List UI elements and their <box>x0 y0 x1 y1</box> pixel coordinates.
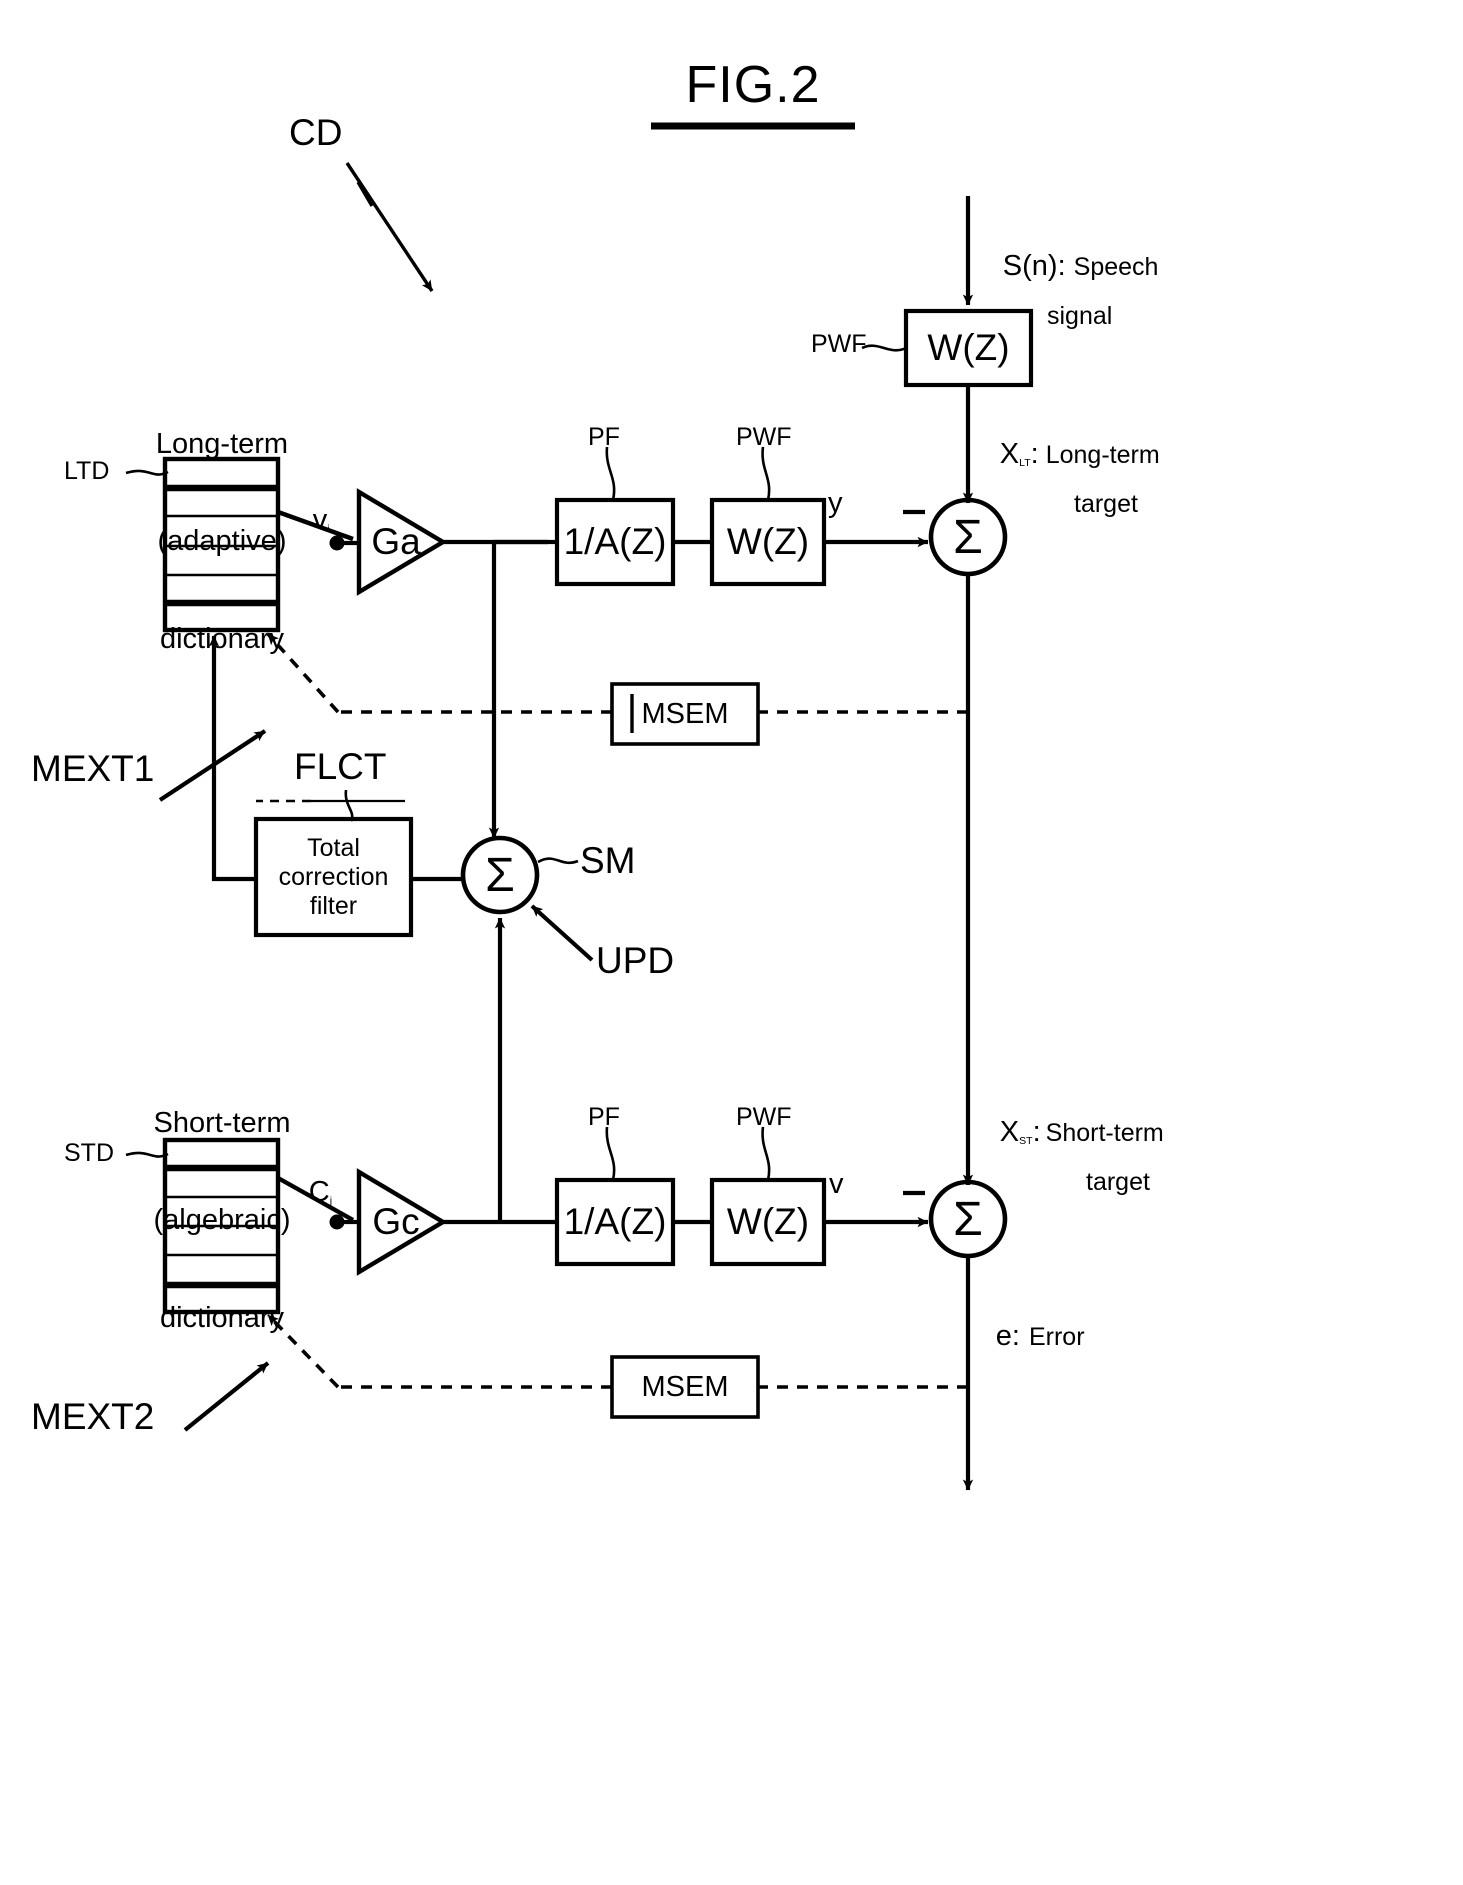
tag-std: STD <box>64 1139 114 1167</box>
sm-leader <box>537 857 579 865</box>
long-term-sum-sigma: Σ <box>953 510 983 564</box>
signal-long-term-target: XLT: Long-term target <box>982 420 1160 554</box>
callout-upd: UPD <box>596 940 675 981</box>
pf-leader-bottom <box>605 1126 616 1181</box>
xst-sub: ST <box>1019 1134 1033 1147</box>
error-text: Error <box>1028 1322 1085 1351</box>
flct-line1: Total <box>307 833 360 862</box>
input-weighting-filter-label: W(Z) <box>927 327 1010 368</box>
figure-title: FIG.2 <box>685 56 821 114</box>
flct-line3: filter <box>309 891 358 920</box>
flct-leader <box>344 789 354 822</box>
signal-v: v <box>829 1168 844 1200</box>
callout-flct: FLCT <box>294 746 387 787</box>
std-caption-line3: dictionary <box>159 1301 285 1334</box>
speech-colon: : <box>1057 249 1066 282</box>
signal-y: y <box>828 487 843 519</box>
synthesis-filter-label-top: 1/A(Z) <box>563 521 667 562</box>
xlt-symbol: X <box>999 437 1020 470</box>
cj-symbol: C <box>308 1175 330 1208</box>
speech-symbol: S(n) <box>1002 249 1058 282</box>
short-term-sum-sigma: Σ <box>953 1192 983 1246</box>
tag-pwf-input: PWF <box>811 330 867 358</box>
pwf-leader-bottom <box>761 1126 771 1181</box>
gain-ga-label: Ga <box>371 521 421 562</box>
total-correction-filter-label: Total correction filter <box>256 819 411 935</box>
pwf-leader-input <box>861 344 907 352</box>
upd-arrow <box>530 904 594 962</box>
vi-symbol: v <box>312 503 328 536</box>
xlt-text-1: Long-term <box>1045 440 1160 469</box>
error-colon: : <box>1011 1319 1020 1352</box>
callout-cd: CD <box>289 112 343 153</box>
ltd-caption-line1: Long-term <box>155 427 289 460</box>
xst-symbol: X <box>999 1115 1020 1148</box>
callout-mext1: MEXT1 <box>31 748 155 789</box>
xlt-sub: LT <box>1019 456 1031 469</box>
weighting-filter-label-top: W(Z) <box>726 521 810 562</box>
pwf-leader-top <box>761 446 771 501</box>
signal-vi: vi <box>295 486 330 554</box>
cj-sub: j <box>329 1194 333 1207</box>
figure-canvas: FIG.2 CD S(n): Speech signal PWF W(Z) XLT… <box>0 0 1463 1885</box>
xlt-colon: : <box>1030 437 1039 470</box>
gain-gc-label: Gc <box>372 1201 420 1242</box>
ltd-caption-line3: dictionary <box>159 622 285 655</box>
xst-text-1: Short-term <box>1045 1118 1164 1147</box>
tag-pwf-bottom: PWF <box>736 1103 792 1131</box>
flct-line2: correction <box>278 862 389 891</box>
pf-leader-top <box>605 446 616 501</box>
xlt-text-2: target <box>1074 490 1138 519</box>
tag-pwf-top: PWF <box>736 423 792 451</box>
msem-label-top: MSEM <box>641 697 729 730</box>
tag-pf-bottom: PF <box>588 1103 620 1131</box>
callout-mext2: MEXT2 <box>31 1396 155 1437</box>
xst-text-2: target <box>1086 1168 1150 1197</box>
synthesis-filter-label-bottom: 1/A(Z) <box>563 1201 667 1242</box>
excitation-sum-sigma: Σ <box>485 848 515 902</box>
speech-text-2: signal <box>1047 302 1113 331</box>
xst-colon: : <box>1032 1115 1041 1148</box>
tag-ltd: LTD <box>64 457 110 485</box>
signal-short-term-target: XST: Short-term target <box>982 1098 1164 1232</box>
msem-label-bottom: MSEM <box>641 1370 729 1403</box>
cd-callout-tick <box>356 181 374 207</box>
std-caption-line1: Short-term <box>153 1106 291 1139</box>
diagram-vector-layer <box>125 122 1034 1491</box>
error-symbol: e <box>995 1319 1012 1352</box>
callout-sm: SM <box>580 840 636 881</box>
weighting-filter-label-bottom: W(Z) <box>726 1201 810 1242</box>
signal-error: e: Error <box>978 1302 1085 1370</box>
speech-text-1: Speech <box>1073 252 1159 281</box>
vi-sub: i <box>327 522 330 535</box>
tag-pf-top: PF <box>588 423 620 451</box>
signal-cj: Cj <box>291 1158 332 1226</box>
